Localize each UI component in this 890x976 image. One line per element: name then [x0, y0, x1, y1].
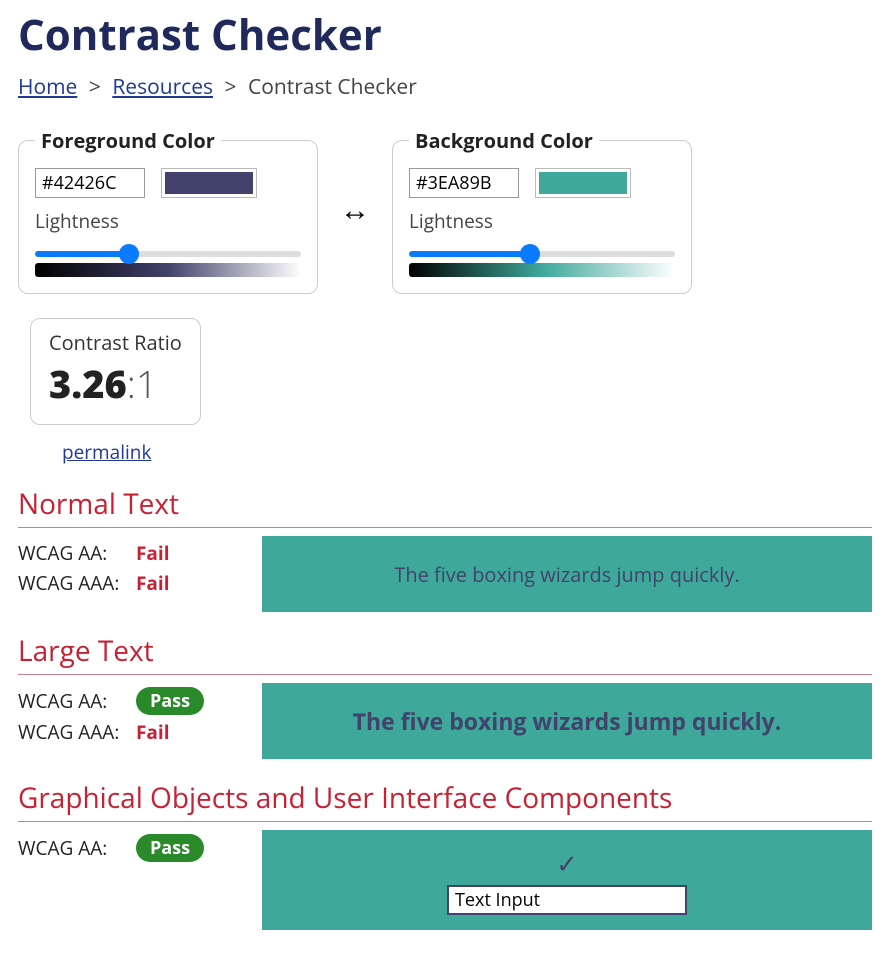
- swap-colors-button[interactable]: ↔: [336, 192, 374, 230]
- normal-text-heading: Normal Text: [18, 485, 872, 528]
- large-aa-result: Pass: [136, 687, 204, 715]
- ui-aa-result: Pass: [136, 834, 204, 862]
- foreground-swatch: [165, 172, 253, 194]
- breadcrumb-sep: >: [225, 73, 237, 101]
- background-lightness-label: Lightness: [409, 208, 675, 234]
- normal-aaa-result: Fail: [136, 570, 170, 596]
- breadcrumb-current: Contrast Checker: [248, 73, 417, 101]
- large-aa-label: WCAG AA:: [18, 688, 136, 714]
- ui-components-results: WCAG AA: Pass: [18, 830, 238, 930]
- breadcrumb-resources[interactable]: Resources: [112, 73, 213, 101]
- large-aaa-label: WCAG AAA:: [18, 719, 136, 745]
- normal-aa-result: Fail: [136, 540, 170, 566]
- foreground-legend: Foreground Color: [35, 127, 221, 154]
- ui-sample-box: ✓: [262, 830, 872, 930]
- foreground-hex-input[interactable]: [35, 168, 145, 198]
- contrast-ratio-box: Contrast Ratio 3.26:1: [30, 318, 201, 425]
- breadcrumb-home[interactable]: Home: [18, 73, 77, 101]
- normal-aa-label: WCAG AA:: [18, 540, 136, 566]
- large-text-heading: Large Text: [18, 632, 872, 675]
- foreground-panel: Foreground Color Lightness: [18, 127, 318, 294]
- permalink-link[interactable]: permalink: [62, 439, 872, 465]
- background-lightness-slider[interactable]: [409, 251, 675, 257]
- large-text-sample-box: The five boxing wizards jump quickly.: [262, 683, 872, 759]
- normal-text-results: WCAG AA: Fail WCAG AAA: Fail: [18, 536, 238, 612]
- normal-text-sample[interactable]: The five boxing wizards jump quickly.: [394, 561, 739, 588]
- background-gradient-bar: [409, 263, 675, 277]
- large-aaa-result: Fail: [136, 719, 170, 745]
- background-swatch: [539, 172, 627, 194]
- ratio-suffix: :1: [127, 358, 158, 410]
- background-panel: Background Color Lightness: [392, 127, 692, 294]
- foreground-swatch-border[interactable]: [161, 168, 257, 198]
- ui-aa-label: WCAG AA:: [18, 835, 136, 861]
- large-text-results: WCAG AA: Pass WCAG AAA: Fail: [18, 683, 238, 759]
- breadcrumb: Home > Resources > Contrast Checker: [18, 73, 872, 101]
- contrast-ratio-value: 3.26:1: [49, 358, 182, 410]
- normal-aaa-label: WCAG AAA:: [18, 570, 136, 596]
- ui-components-heading: Graphical Objects and User Interface Com…: [18, 779, 872, 822]
- breadcrumb-sep: >: [89, 73, 101, 101]
- check-icon: ✓: [556, 845, 578, 881]
- normal-text-sample-box: The five boxing wizards jump quickly.: [262, 536, 872, 612]
- large-text-sample[interactable]: The five boxing wizards jump quickly.: [353, 705, 782, 737]
- foreground-lightness-label: Lightness: [35, 208, 301, 234]
- background-legend: Background Color: [409, 127, 599, 154]
- ui-sample-input[interactable]: [447, 885, 687, 915]
- page-title: Contrast Checker: [18, 6, 872, 63]
- foreground-lightness-slider[interactable]: [35, 251, 301, 257]
- ratio-number: 3.26: [49, 358, 127, 410]
- foreground-gradient-bar: [35, 263, 301, 277]
- background-swatch-border[interactable]: [535, 168, 631, 198]
- background-hex-input[interactable]: [409, 168, 519, 198]
- contrast-ratio-title: Contrast Ratio: [49, 329, 182, 356]
